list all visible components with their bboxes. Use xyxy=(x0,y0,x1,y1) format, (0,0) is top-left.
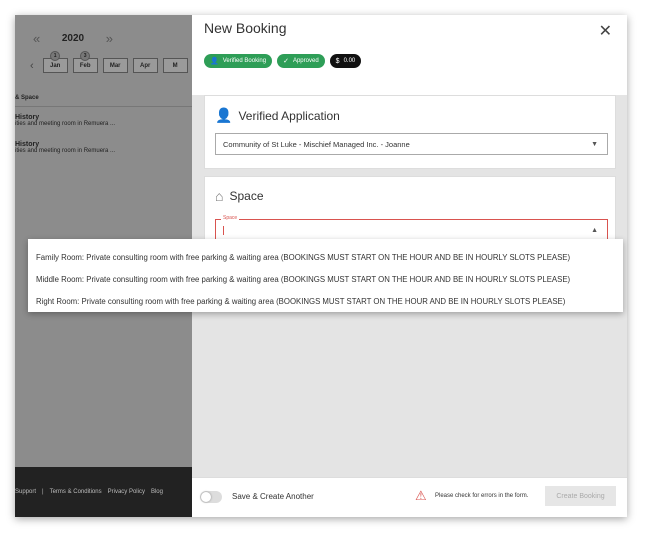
space-option[interactable]: Right Room: Private consulting room with… xyxy=(28,290,623,312)
month-label: Apr xyxy=(140,62,151,69)
footer-link-blog[interactable]: Blog xyxy=(151,489,163,495)
footer-separator: | xyxy=(42,489,44,495)
month-tab[interactable]: Mar xyxy=(102,58,128,73)
month-tab[interactable]: M xyxy=(162,58,188,73)
history-subtitle: ities and meeting room in Remuera ... xyxy=(15,148,116,154)
status-chips: 👤 Verified Booking ✓ Approved $ 0.00 xyxy=(204,54,362,68)
save-create-another-toggle[interactable] xyxy=(200,491,222,503)
double-chevron-right-icon[interactable]: » xyxy=(106,31,113,46)
history-entry[interactable]: History ities and meeting room in Remuer… xyxy=(15,114,192,127)
footer-link-privacy[interactable]: Privacy Policy xyxy=(108,489,145,495)
toggle-label: Save & Create Another xyxy=(232,492,314,501)
dollar-circle-icon: $ xyxy=(335,57,340,65)
space-option[interactable]: Family Room: Private consulting room wit… xyxy=(28,246,623,268)
footer-link-support[interactable]: Support xyxy=(15,489,36,495)
user-check-icon: 👤 xyxy=(215,107,233,123)
badge-label: Verified Booking xyxy=(222,58,267,64)
badge-label: 0.00 xyxy=(343,58,356,64)
double-chevron-left-icon[interactable]: « xyxy=(33,31,40,46)
application-select[interactable]: Community of St Luke - Mischief Managed … xyxy=(215,133,608,155)
create-booking-button[interactable]: Create Booking xyxy=(545,486,616,506)
verified-booking-badge: 👤 Verified Booking xyxy=(204,54,273,68)
user-check-icon: 👤 xyxy=(210,58,219,65)
footer-link-terms[interactable]: Terms & Conditions xyxy=(50,489,102,495)
caret-down-icon: ▼ xyxy=(591,141,598,148)
section-title: 👤 Verified Application xyxy=(215,107,340,124)
section-title-text: Verified Application xyxy=(238,108,340,123)
history-subtitle: ities and meeting room in Remuera ... xyxy=(15,121,116,127)
toggle-knob xyxy=(201,492,211,502)
year-label: 2020 xyxy=(61,33,85,44)
history-title: History xyxy=(15,141,40,148)
month-label: Jan xyxy=(50,62,61,69)
modal-header: New Booking ✕ 👤 Verified Booking ✓ Appro… xyxy=(192,15,627,95)
month-badge: 1 xyxy=(50,51,61,61)
month-label: Mar xyxy=(109,62,121,69)
section-title: ⌂ Space xyxy=(215,188,264,204)
approved-badge: ✓ Approved xyxy=(277,54,325,68)
warning-icon: ⚠ xyxy=(415,488,427,503)
history-title: History xyxy=(15,114,40,121)
verified-application-card: 👤 Verified Application Community of St L… xyxy=(204,95,616,169)
year-selector: « 2020 » xyxy=(33,31,113,46)
space-option[interactable]: Middle Room: Private consulting room wit… xyxy=(28,268,623,290)
space-column-header: & Space xyxy=(15,95,192,107)
month-tabs: ‹ 1 Jan 3 Feb Mar Apr M xyxy=(30,51,188,73)
site-footer: Support | Terms & Conditions Privacy Pol… xyxy=(15,467,192,517)
text-cursor xyxy=(223,225,224,235)
month-tab[interactable]: Apr xyxy=(132,58,158,73)
history-entry[interactable]: History ities and meeting room in Remuer… xyxy=(15,141,192,154)
month-label: Feb xyxy=(79,62,91,69)
house-icon: ⌂ xyxy=(215,188,224,204)
amount-badge: $ 0.00 xyxy=(329,54,362,68)
month-tab[interactable]: 3 Feb xyxy=(72,51,98,73)
space-select[interactable]: Space ▲ xyxy=(215,215,608,241)
modal-title: New Booking xyxy=(204,20,287,36)
month-tab[interactable]: 1 Jan xyxy=(42,51,68,73)
close-icon[interactable]: ✕ xyxy=(599,21,612,41)
chevron-left-icon[interactable]: ‹ xyxy=(30,60,34,72)
month-label: M xyxy=(172,62,178,69)
check-circle-icon: ✓ xyxy=(283,58,289,65)
form-error-message: Please check for errors in the form. xyxy=(435,493,529,499)
caret-up-icon: ▲ xyxy=(591,227,598,234)
section-title-text: Space xyxy=(229,189,264,203)
modal-footer: Save & Create Another ⚠ Please check for… xyxy=(192,477,627,517)
month-badge: 3 xyxy=(80,51,91,61)
application-select-value: Community of St Luke - Mischief Managed … xyxy=(223,139,410,149)
badge-label: Approved xyxy=(292,58,319,64)
space-options-dropdown: Family Room: Private consulting room wit… xyxy=(28,239,623,312)
space-field-label: Space xyxy=(221,215,240,221)
